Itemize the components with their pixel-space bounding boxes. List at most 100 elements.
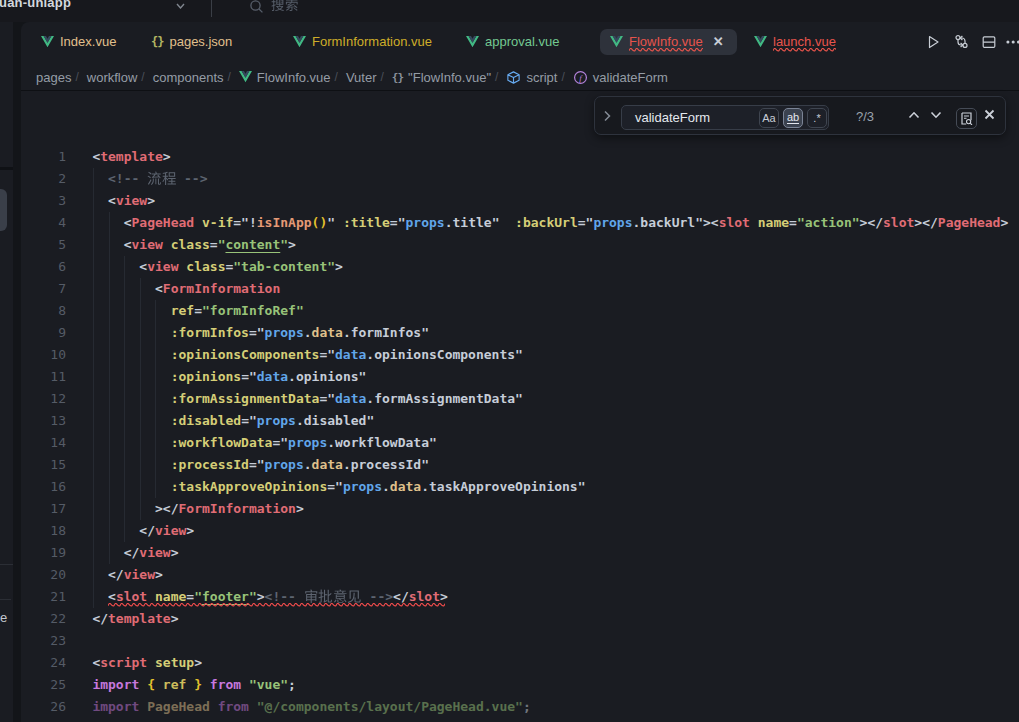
find-input[interactable]: validateForm Aa ab .* [621,105,829,130]
search-icon[interactable] [249,0,264,14]
breadcrumb-label: FlowInfo.vue [257,70,331,85]
find-widget: validateForm Aa ab .* ?/3 [594,96,1006,135]
find-next-button[interactable] [930,111,942,119]
breadcrumb-separator: / [381,70,384,84]
json-icon: {} [151,35,163,49]
breadcrumb-item[interactable]: fvalidateForm [573,70,668,85]
cjk-glyph [271,0,285,11]
sidebar-divider [0,564,13,565]
project-dropdown-chevron-icon[interactable] [176,3,185,9]
tab-Index.vue[interactable]: Index.vue [24,29,134,56]
find-query-text[interactable]: validateForm [635,106,710,129]
line-number: 12 [21,388,66,410]
code-area[interactable]: <template> <!-- --> <view> <PageHead v-i… [92,146,1008,718]
code-line[interactable]: <script setup> [92,652,1008,674]
code-line[interactable]: ref="formInfoRef" [92,300,1008,322]
tab-FlowInfo.vue[interactable]: FlowInfo.vue✕ [600,29,737,56]
code-line[interactable]: </view> [92,564,1008,586]
project-name[interactable]: uan-uniapp [0,0,71,10]
tab-approval.vue[interactable]: approval.vue [449,29,585,56]
code-line[interactable]: :workflowData="props.workflowData" [92,432,1008,454]
code-line[interactable]: import { ref } from "vue"; [92,674,1008,696]
code-line[interactable]: <!-- --> [92,168,1008,190]
find-expand-chevron-icon[interactable] [603,110,611,122]
code-line[interactable]: :disabled="props.disabled" [92,410,1008,432]
line-number: 10 [21,344,66,366]
cjk-glyph [318,589,333,604]
breadcrumb-label: pages [36,70,71,85]
line-number: 6 [21,256,66,278]
search-label[interactable] [271,0,298,12]
editor-panel: Index.vue{}pages.json FormInformation.vue… [21,22,1019,722]
more-actions-button[interactable] [1003,28,1019,55]
code-line[interactable]: <view class="tab-content"> [92,256,1008,278]
json-braces-icon: {} [392,71,403,84]
code-line[interactable]: :opinionsComponents="data.opinionsCompon… [92,344,1008,366]
tab-close-icon[interactable]: ✕ [710,34,727,49]
sidebar-cropped-filename[interactable]: e [0,610,7,625]
cjk-glyph [347,589,362,604]
breadcrumb-item[interactable]: FlowInfo.vue [239,70,331,85]
line-number: 1 [21,146,66,168]
find-close-button[interactable] [984,109,995,120]
whole-word-toggle[interactable]: ab [783,108,803,128]
code-line[interactable]: </template> [92,608,1008,630]
breadcrumb-item[interactable]: pages [36,70,71,85]
split-editor-button[interactable] [975,28,1003,55]
tab-label: launch.vue [773,34,836,49]
code-line[interactable]: :processId="props.data.processId" [92,454,1008,476]
vue-icon [239,71,252,82]
match-case-toggle[interactable]: Aa [759,108,779,128]
line-number: 20 [21,564,66,586]
code-line[interactable]: :formInfos="props.data.formInfos" [92,322,1008,344]
breadcrumb-label: script [526,70,557,85]
code-line[interactable]: :opinions="data.opinions" [92,366,1008,388]
breadcrumb-item[interactable]: components [153,70,224,85]
sidebar-scrollbar-thumb[interactable] [0,189,7,231]
regex-toggle[interactable]: .* [807,108,827,128]
line-number: 13 [21,410,66,432]
find-in-selection-button[interactable] [956,108,977,129]
code-line[interactable]: </view> [92,520,1008,542]
code-line[interactable]: </view> [92,542,1008,564]
line-numbers-gutter: 1234567891011121314151617181920212223242… [21,146,66,718]
breadcrumb-item[interactable]: Vuter [346,70,377,85]
code-line[interactable]: <template> [92,146,1008,168]
code-line[interactable] [92,630,1008,652]
tab-pages.json[interactable]: {}pages.json [134,29,255,56]
code-line[interactable]: <view class="content"> [92,234,1008,256]
code-line[interactable]: :taskApproveOpinions="props.data.taskApp… [92,476,1008,498]
line-number: 16 [21,476,66,498]
find-previous-button[interactable] [908,111,920,119]
breadcrumb-item[interactable]: script [506,70,557,85]
code-line[interactable]: ></FormInformation> [92,498,1008,520]
error-squiggle [108,603,445,608]
error-squiggle [629,48,703,53]
line-number: 5 [21,234,66,256]
svg-text:f: f [579,72,583,82]
tab-launch.vue[interactable]: launch.vue [737,29,855,56]
breadcrumb-separator: / [141,70,144,84]
tab-FormInformation.vue[interactable]: FormInformation.vue [276,29,447,56]
breadcrumb-item[interactable]: {}"FlowInfo.vue" [392,70,491,85]
code-line[interactable]: import PageHead from "@/components/layou… [92,696,1008,718]
line-number: 2 [21,168,66,190]
code-line[interactable]: <PageHead v-if="!isInApp()" :title="prop… [92,212,1008,234]
vue-icon [41,36,54,47]
breadcrumb-separator: / [335,70,338,84]
title-bar: uan-uniapp [0,0,1019,22]
line-number: 7 [21,278,66,300]
line-number: 3 [21,190,66,212]
breadcrumb-item[interactable]: workflow [87,70,138,85]
code-line[interactable]: :formAssignmentData="data.formAssignment… [92,388,1008,410]
line-number: 18 [21,520,66,542]
code-line[interactable]: <FormInformation [92,278,1008,300]
breadcrumb-separator: / [228,70,231,84]
line-number: 11 [21,366,66,388]
code-line[interactable]: <view> [92,190,1008,212]
breadcrumbs: pages/workflow/components/FlowInfo.vue/V… [36,63,668,91]
run-button[interactable] [919,28,947,55]
cjk-glyph [304,589,319,604]
method-icon: f [573,70,588,85]
compare-changes-button[interactable] [947,28,975,55]
